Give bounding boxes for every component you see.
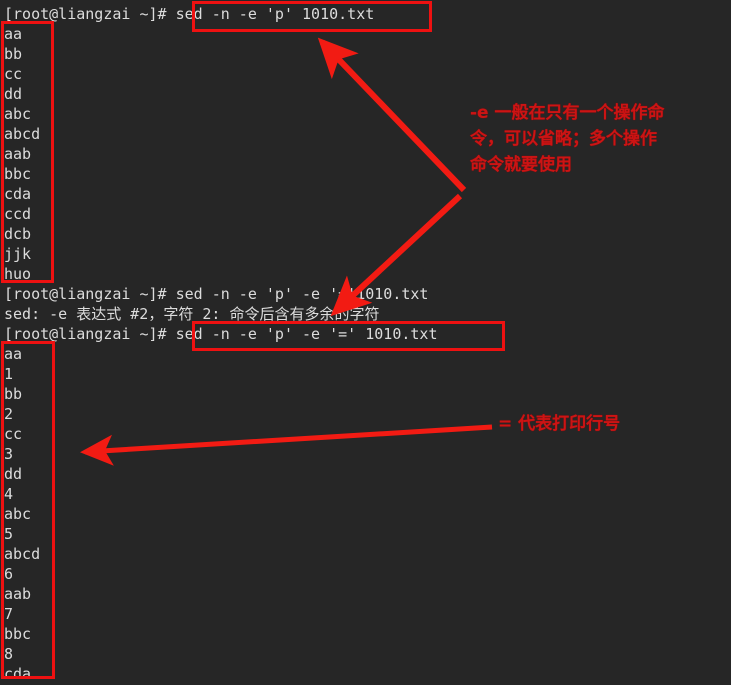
terminal-line: aab <box>4 145 32 163</box>
terminal-line: abc <box>4 105 32 123</box>
terminal-line: [root@liangzai ~]# sed -n -e 'p' 1010.tx… <box>4 5 375 23</box>
terminal-line: [root@liangzai ~]# sed -n -e 'p' -e '='1… <box>4 285 429 303</box>
terminal-line: huo <box>4 265 32 283</box>
terminal-error-line: sed: -e 表达式 #2，字符 2: 命令后含有多余的字符 <box>4 305 380 323</box>
annotation-e-option: -e 一般在只有一个操作命 令，可以省略；多个操作 命令就要使用 <box>470 103 665 175</box>
terminal-line: 4 <box>4 485 14 503</box>
terminal-line: 2 <box>4 405 14 423</box>
terminal-line: dd <box>4 85 23 103</box>
terminal-line: abcd <box>4 125 41 143</box>
terminal-line: bbc <box>4 165 32 183</box>
terminal-line: abc <box>4 505 32 523</box>
terminal-line: dcb <box>4 225 32 243</box>
terminal-line: abcd <box>4 545 41 563</box>
terminal-line: aab <box>4 585 32 603</box>
terminal-line: aa <box>4 25 23 43</box>
terminal-line: 6 <box>4 565 14 583</box>
terminal-screenshot: [root@liangzai ~]# sed -n -e 'p' 1010.tx… <box>0 0 731 685</box>
terminal-line: 8 <box>4 645 14 663</box>
terminal-line: 5 <box>4 525 14 543</box>
terminal-line: dd <box>4 465 23 483</box>
terminal-line: ccd <box>4 205 32 223</box>
terminal-line: bb <box>4 45 23 63</box>
terminal-line: [root@liangzai ~]# sed -n -e 'p' -e '=' … <box>4 325 438 343</box>
terminal-line: 3 <box>4 445 14 463</box>
terminal-line: 7 <box>4 605 14 623</box>
terminal-line: cda <box>4 185 32 203</box>
terminal-line: cda <box>4 665 32 683</box>
terminal-line: aa <box>4 345 23 363</box>
terminal-line: cc <box>4 425 23 443</box>
annotation-equals-meaning: = 代表打印行号 <box>498 414 621 434</box>
terminal-line: bb <box>4 385 23 403</box>
terminal-line: cc <box>4 65 23 83</box>
terminal-line: jjk <box>4 245 32 263</box>
terminal-line: 1 <box>4 365 14 383</box>
terminal-line: bbc <box>4 625 32 643</box>
